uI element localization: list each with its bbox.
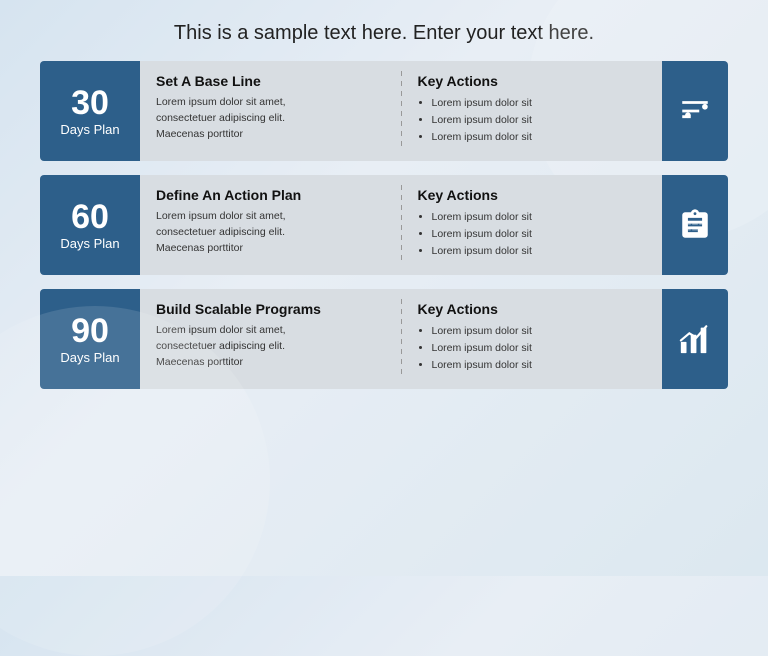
section-title-30: Set A Base Line (156, 73, 385, 89)
icon-box-60 (662, 175, 728, 275)
bullet-item: Lorem ipsum dolor sit (432, 112, 647, 129)
bullet-item: Lorem ipsum dolor sit (432, 129, 647, 146)
day-label: Days Plan (60, 236, 119, 251)
bullet-item: Lorem ipsum dolor sit (432, 226, 647, 243)
left-content-90: Build Scalable Programs Lorem ipsum dolo… (140, 289, 401, 389)
content-area-30: Set A Base Line Lorem ipsum dolor sit am… (140, 61, 662, 161)
bullet-item: Lorem ipsum dolor sit (432, 209, 647, 226)
bullet-item: Lorem ipsum dolor sit (432, 340, 647, 357)
key-actions-title-60: Key Actions (418, 187, 647, 203)
bullet-item: Lorem ipsum dolor sit (432, 323, 647, 340)
bullet-list-90: Lorem ipsum dolor sitLorem ipsum dolor s… (418, 323, 647, 373)
page-title: This is a sample text here. Enter your t… (0, 0, 768, 61)
day-label: Days Plan (60, 350, 119, 365)
section-title-90: Build Scalable Programs (156, 301, 385, 317)
day-label: Days Plan (60, 122, 119, 137)
section-title-60: Define An Action Plan (156, 187, 385, 203)
icon-box-90 (662, 289, 728, 389)
right-content-30: Key Actions Lorem ipsum dolor sitLorem i… (402, 61, 663, 161)
content-area-90: Build Scalable Programs Lorem ipsum dolo… (140, 289, 662, 389)
plan-row-30: 30 Days Plan Set A Base Line Lorem ipsum… (40, 61, 728, 161)
day-number: 90 (71, 314, 109, 348)
left-content-30: Set A Base Line Lorem ipsum dolor sit am… (140, 61, 401, 161)
day-number: 60 (71, 200, 109, 234)
plan-row-60: 60 Days Plan Define An Action Plan Lorem… (40, 175, 728, 275)
day-number: 30 (71, 86, 109, 120)
body-text-60: Lorem ipsum dolor sit amet,consectetuer … (156, 209, 385, 256)
bullet-item: Lorem ipsum dolor sit (432, 357, 647, 374)
key-actions-title-30: Key Actions (418, 73, 647, 89)
day-box-90: 90 Days Plan (40, 289, 140, 389)
day-box-60: 60 Days Plan (40, 175, 140, 275)
key-actions-title-90: Key Actions (418, 301, 647, 317)
bullet-item: Lorem ipsum dolor sit (432, 95, 647, 112)
body-text-30: Lorem ipsum dolor sit amet,consectetuer … (156, 95, 385, 142)
icon-box-30 (662, 61, 728, 161)
right-content-60: Key Actions Lorem ipsum dolor sitLorem i… (402, 175, 663, 275)
day-box-30: 30 Days Plan (40, 61, 140, 161)
plan-row-90: 90 Days Plan Build Scalable Programs Lor… (40, 289, 728, 389)
left-content-60: Define An Action Plan Lorem ipsum dolor … (140, 175, 401, 275)
plans-container: 30 Days Plan Set A Base Line Lorem ipsum… (0, 61, 768, 389)
bullet-list-30: Lorem ipsum dolor sitLorem ipsum dolor s… (418, 95, 647, 145)
bullet-list-60: Lorem ipsum dolor sitLorem ipsum dolor s… (418, 209, 647, 259)
bullet-item: Lorem ipsum dolor sit (432, 243, 647, 260)
body-text-90: Lorem ipsum dolor sit amet,consectetuer … (156, 323, 385, 370)
right-content-90: Key Actions Lorem ipsum dolor sitLorem i… (402, 289, 663, 389)
content-area-60: Define An Action Plan Lorem ipsum dolor … (140, 175, 662, 275)
